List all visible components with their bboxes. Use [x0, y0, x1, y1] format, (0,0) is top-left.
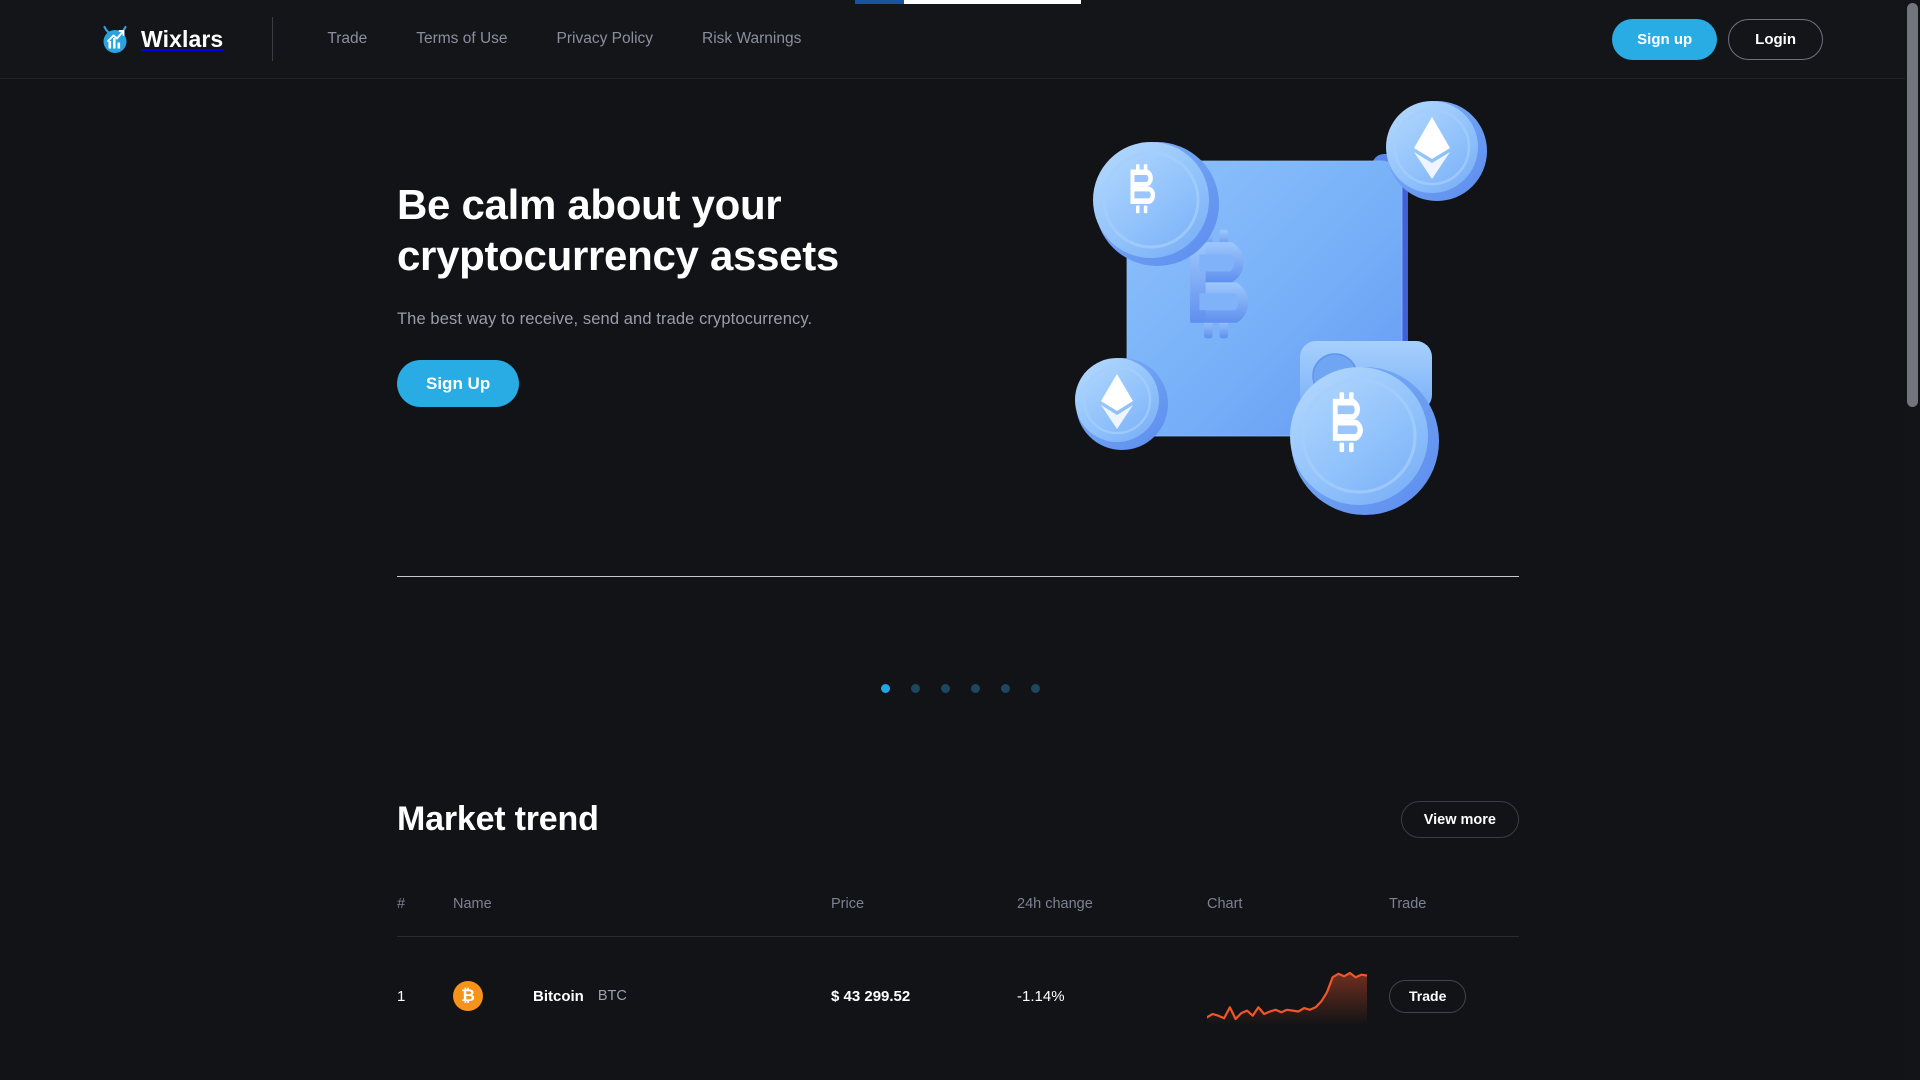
- chart-arrow-logo-icon: [100, 23, 130, 55]
- header-actions: Sign up Login: [1612, 18, 1823, 60]
- cell-24h-change: -1.14%: [1017, 987, 1065, 1005]
- market-table-header-row: # Name Price 24h change Chart Trade: [397, 896, 1519, 937]
- hero-title-line-1: Be calm about your: [397, 181, 782, 228]
- header-signup-button[interactable]: Sign up: [1612, 18, 1718, 60]
- market-table-head: # Name Price 24h change Chart Trade: [397, 896, 1519, 937]
- table-row[interactable]: 1 ₿ Bitcoin BTC $ 43 299.52 -1.14% Trade: [397, 937, 1519, 1026]
- page-load-progress-fill: [855, 0, 904, 4]
- brand-name: Wixlars: [141, 25, 224, 52]
- column-header-chart: Chart: [1207, 896, 1389, 937]
- carousel-dot-3[interactable]: [940, 684, 950, 693]
- hero-title-line-2: cryptocurrency assets: [397, 232, 839, 280]
- column-header-price: Price: [831, 896, 1017, 937]
- market-table-body: 1 ₿ Bitcoin BTC $ 43 299.52 -1.14% Trade: [397, 937, 1519, 1026]
- carousel-dot-5[interactable]: [1000, 684, 1010, 693]
- column-header-24h-change: 24h change: [1017, 896, 1207, 937]
- hero-carousel-dots: [0, 684, 1920, 693]
- hero-title: Be calm about your cryptocurrency assets: [397, 179, 1017, 281]
- column-header-trade: Trade: [1389, 896, 1519, 937]
- column-header-name: Name: [453, 896, 831, 937]
- coin-name: Bitcoin: [533, 987, 584, 1005]
- nav-link-privacy-policy[interactable]: Privacy Policy: [557, 30, 653, 48]
- page-scrollbar-thumb[interactable]: [1907, 3, 1918, 407]
- header-divider: [272, 17, 274, 61]
- cell-name: ₿ Bitcoin BTC: [453, 937, 831, 1026]
- market-trend-header: Market trend View more: [397, 800, 1519, 839]
- site-header: Wixlars Trade Terms of Use Privacy Polic…: [0, 0, 1920, 79]
- header-login-button[interactable]: Login: [1728, 18, 1823, 60]
- market-trend-section: Market trend View more # Name Price 24h …: [397, 800, 1519, 1025]
- hero-section: Be calm about your cryptocurrency assets…: [397, 79, 1519, 577]
- bitcoin-icon: ₿: [453, 981, 483, 1011]
- hero-bottom-rule: [397, 576, 1519, 577]
- cell-sparkline-chart: [1207, 937, 1389, 1025]
- trade-button[interactable]: Trade: [1389, 979, 1467, 1013]
- hero-subtitle: The best way to receive, send and trade …: [397, 310, 813, 329]
- page-load-progress-bar: [855, 0, 1081, 4]
- hero-signup-button[interactable]: Sign Up: [397, 360, 520, 408]
- page-scrollbar[interactable]: [1905, 0, 1920, 1080]
- cell-trade: Trade: [1389, 937, 1519, 1026]
- column-header-rank: #: [397, 896, 453, 937]
- carousel-dot-6[interactable]: [1030, 684, 1040, 693]
- view-more-button[interactable]: View more: [1400, 801, 1519, 838]
- cell-price: $ 43 299.52: [831, 987, 911, 1005]
- nav-link-trade[interactable]: Trade: [327, 30, 367, 48]
- primary-navigation: Trade Terms of Use Privacy Policy Risk W…: [327, 30, 801, 48]
- cell-rank: 1: [397, 987, 406, 1005]
- market-trend-title: Market trend: [397, 800, 599, 838]
- brand-logo-link[interactable]: Wixlars: [100, 23, 223, 55]
- coin-symbol: BTC: [597, 988, 627, 1004]
- nav-link-terms-of-use[interactable]: Terms of Use: [416, 30, 507, 48]
- hero-copy: Be calm about your cryptocurrency assets…: [397, 179, 1017, 408]
- hero-illustration-crypto-wallet-icon: [1047, 89, 1507, 559]
- market-table: # Name Price 24h change Chart Trade 1 ₿ Bi…: [397, 896, 1519, 1025]
- nav-link-risk-warnings[interactable]: Risk Warnings: [702, 30, 801, 48]
- carousel-dot-1[interactable]: [880, 684, 890, 693]
- carousel-dot-4[interactable]: [970, 684, 980, 693]
- carousel-dot-2[interactable]: [910, 684, 920, 693]
